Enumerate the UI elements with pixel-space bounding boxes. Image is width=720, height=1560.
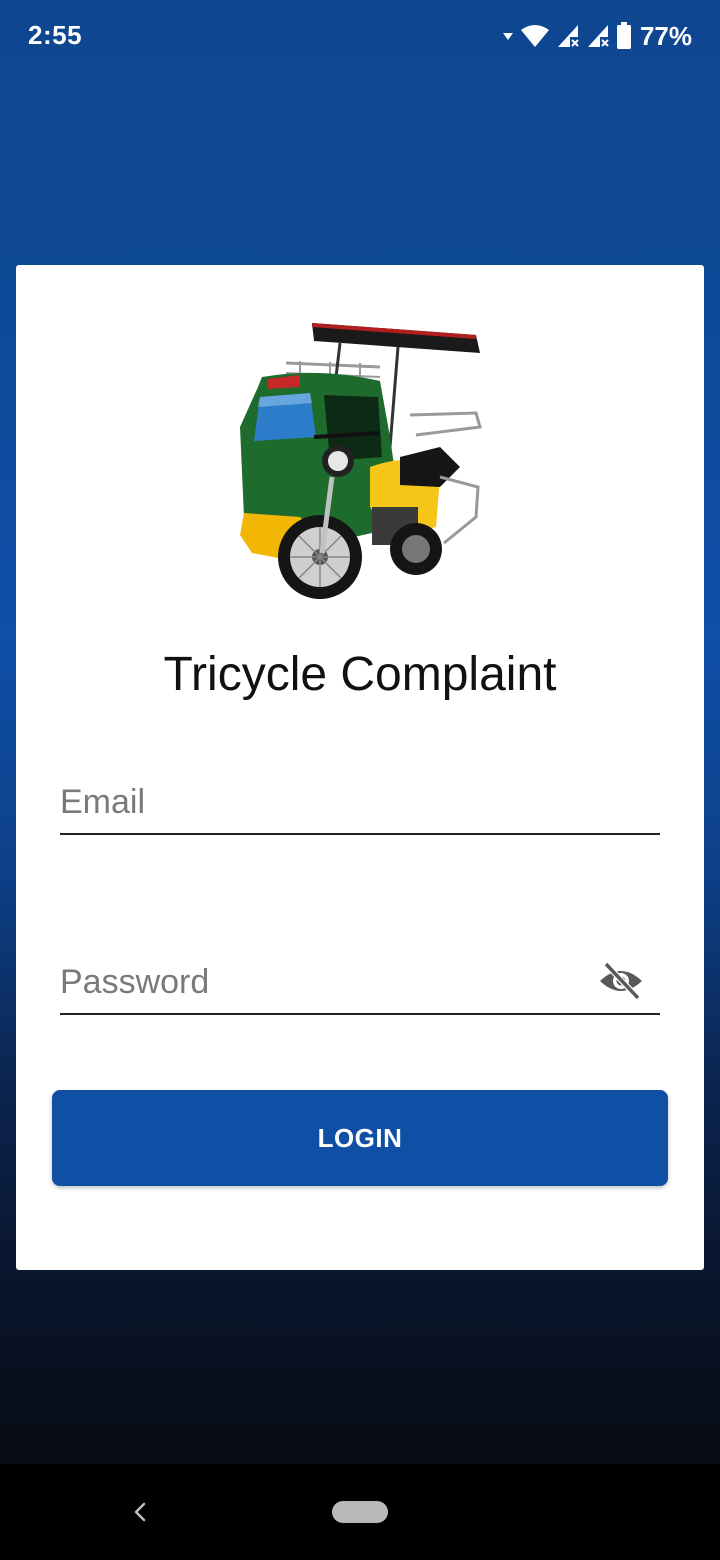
back-icon[interactable] bbox=[120, 1492, 160, 1532]
tricycle-image bbox=[240, 323, 482, 599]
cellular-icon bbox=[586, 23, 610, 49]
status-icons: 77% bbox=[502, 18, 692, 54]
wifi-icon bbox=[520, 24, 550, 48]
app-title: Tricycle Complaint bbox=[163, 648, 557, 701]
navigation-bar bbox=[0, 1464, 720, 1560]
battery-icon bbox=[616, 22, 632, 50]
login-card: Tricycle Complaint LOGIN bbox=[16, 265, 704, 1270]
visibility-off-icon[interactable] bbox=[598, 961, 644, 1001]
login-button[interactable]: LOGIN bbox=[52, 1090, 668, 1186]
email-input[interactable] bbox=[60, 773, 580, 831]
status-bar: 2:55 77% bbox=[0, 0, 720, 72]
battery-percent: 77% bbox=[639, 20, 692, 51]
email-field[interactable] bbox=[60, 773, 660, 835]
signal-arrow-icon bbox=[502, 30, 514, 42]
password-field[interactable] bbox=[60, 953, 660, 1015]
status-time: 2:55 bbox=[28, 20, 83, 50]
home-pill-icon[interactable] bbox=[332, 1501, 388, 1523]
cellular-icon bbox=[556, 23, 580, 49]
password-input[interactable] bbox=[60, 953, 580, 1011]
